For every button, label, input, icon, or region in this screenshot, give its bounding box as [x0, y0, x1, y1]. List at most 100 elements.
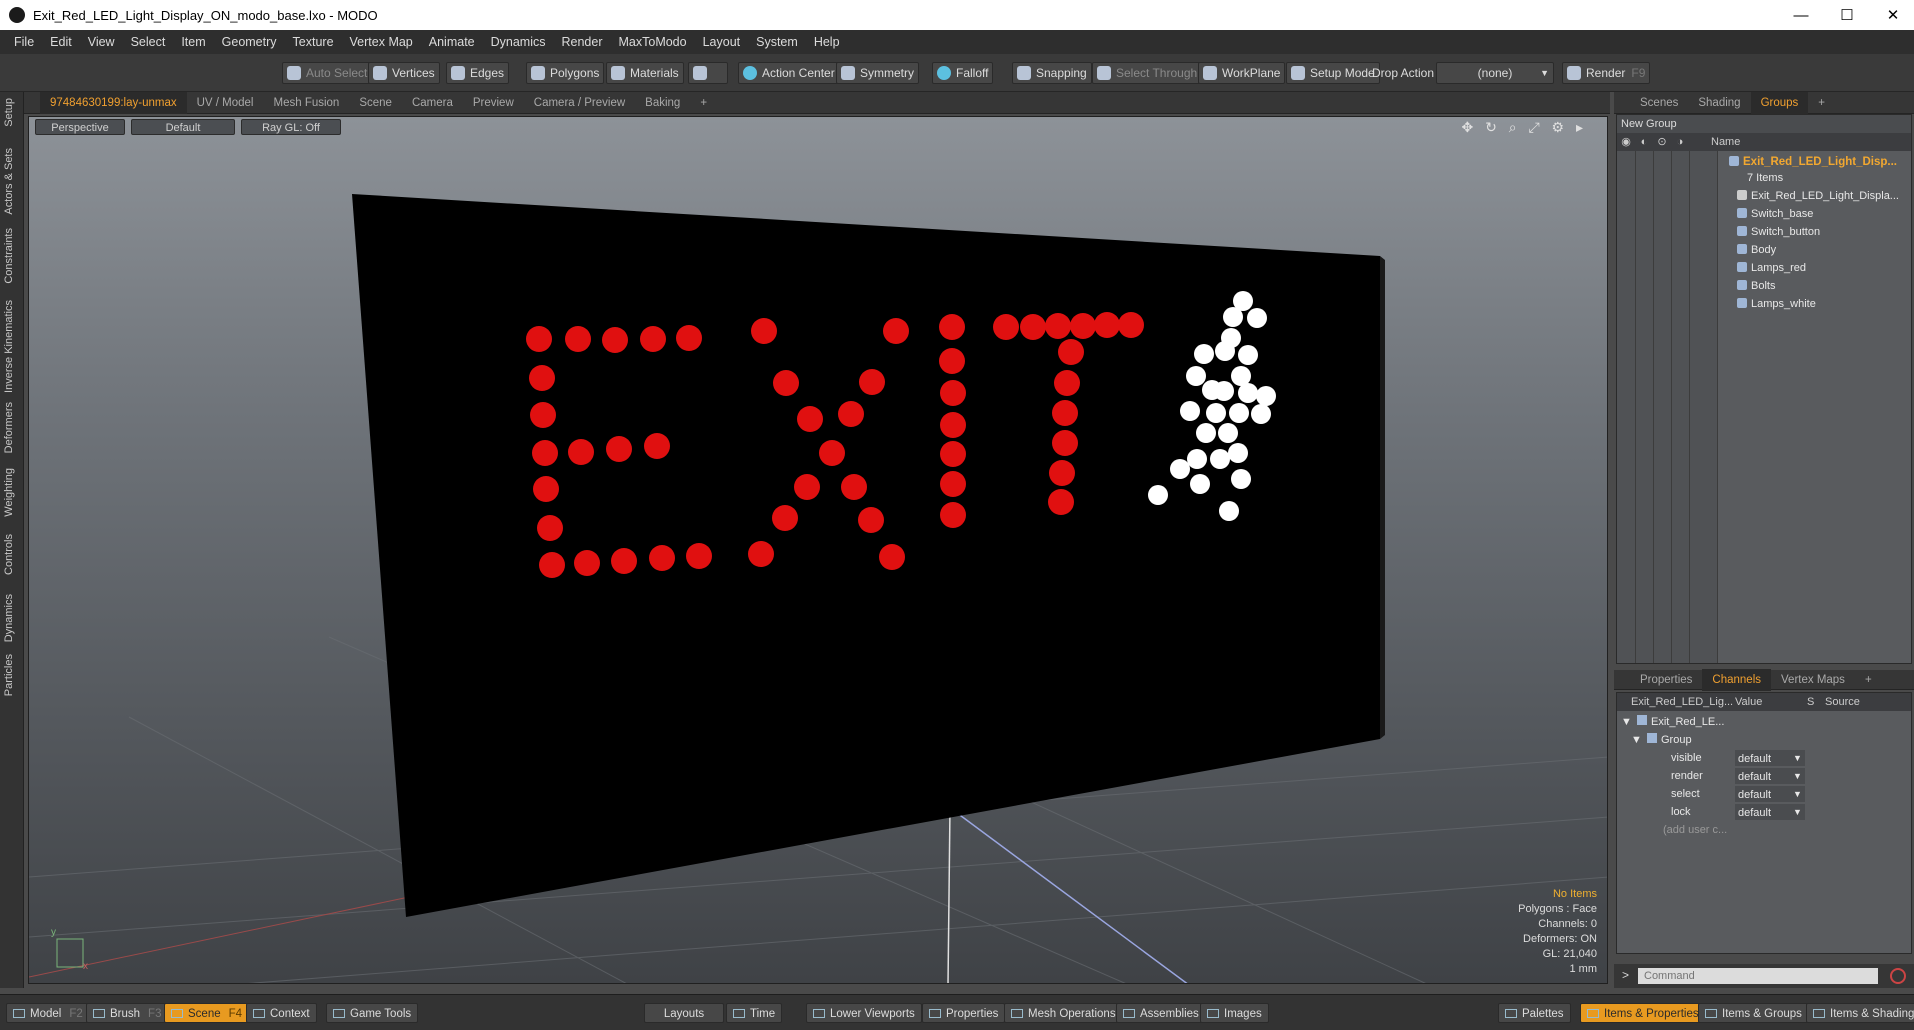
menu-maxtomodo[interactable]: MaxToModo	[611, 35, 695, 49]
tab-setup[interactable]: Setup	[3, 98, 15, 127]
new-group-button[interactable]: New Group	[1617, 115, 1911, 133]
command-input[interactable]	[1638, 968, 1878, 984]
add-bottom-tab-button[interactable]: +	[1855, 669, 1882, 691]
properties-button[interactable]: Properties	[922, 1003, 1006, 1023]
channel-row-select[interactable]: select default ▼	[1617, 785, 1913, 803]
tab-particles[interactable]: Particles	[3, 654, 15, 696]
tab-scenes[interactable]: Scenes	[1630, 92, 1688, 114]
tab-groups[interactable]: Groups	[1750, 91, 1809, 114]
tab-mesh-fusion[interactable]: Mesh Fusion	[264, 92, 350, 114]
add-tab-button[interactable]: +	[690, 92, 717, 114]
select-through-button[interactable]: Select Through	[1092, 62, 1203, 84]
tab-actors-sets[interactable]: Actors & Sets	[3, 148, 15, 215]
edges-button[interactable]: Edges	[446, 62, 510, 84]
menu-help[interactable]: Help	[806, 35, 848, 49]
chevron-down-icon[interactable]: ▼	[1793, 749, 1802, 767]
select-toggle-icon[interactable]: ◑	[1671, 133, 1689, 151]
layouts-button[interactable]: Layouts	[644, 1003, 724, 1023]
eye-icon[interactable]: ◉	[1617, 133, 1635, 151]
channel-row-render[interactable]: render default ▼	[1617, 767, 1913, 785]
tab-channels[interactable]: Channels	[1702, 668, 1772, 691]
mesh-operations-button[interactable]: Mesh Operations	[1004, 1003, 1123, 1023]
render-button[interactable]: Render F9	[1562, 62, 1651, 84]
menu-texture[interactable]: Texture	[285, 35, 342, 49]
action-center-button[interactable]: Action Center	[738, 62, 840, 84]
images-button[interactable]: Images	[1200, 1003, 1269, 1023]
tab-deformers[interactable]: Deformers	[3, 402, 15, 453]
polygons-button[interactable]: Polygons	[526, 62, 605, 84]
palettes-button[interactable]: Palettes	[1498, 1003, 1571, 1023]
auto-select-button[interactable]: Auto Select	[282, 62, 373, 84]
chevron-down-icon[interactable]: ▼	[1793, 785, 1802, 803]
menu-item[interactable]: Item	[173, 35, 213, 49]
assemblies-button[interactable]: Assemblies	[1116, 1003, 1206, 1023]
game-tools-button[interactable]: Game Tools	[326, 1003, 419, 1023]
list-item[interactable]: Lamps_white	[1737, 295, 1816, 313]
falloff-button[interactable]: Falloff	[932, 62, 994, 84]
menu-file[interactable]: File	[6, 35, 42, 49]
scene-layout-button[interactable]: Scene F4	[164, 1003, 250, 1023]
items-shading-button[interactable]: Items & Shading	[1806, 1003, 1914, 1023]
list-item[interactable]: Switch_base	[1737, 205, 1813, 223]
expand-icon[interactable]: ▼	[1631, 731, 1642, 749]
list-item[interactable]: Lamps_red	[1737, 259, 1806, 277]
chevron-down-icon[interactable]: ▼	[1793, 767, 1802, 785]
model-layout-button[interactable]: Model F2	[6, 1003, 90, 1023]
lower-viewports-button[interactable]: Lower Viewports	[806, 1003, 922, 1023]
materials-button[interactable]: Materials	[606, 62, 684, 84]
chevron-down-icon[interactable]: ▼	[1793, 803, 1802, 821]
items-properties-button[interactable]: Items & Properties	[1580, 1003, 1706, 1023]
list-item[interactable]: Exit_Red_LED_Light_Displa...	[1737, 187, 1899, 205]
close-button[interactable]: ✕	[1872, 0, 1914, 30]
raygl-button[interactable]: Ray GL: Off	[241, 119, 341, 135]
list-item[interactable]: Switch_button	[1737, 223, 1820, 241]
expand-icon[interactable]: ▼	[1621, 713, 1632, 731]
tab-properties[interactable]: Properties	[1630, 669, 1702, 691]
tab-shading[interactable]: Shading	[1688, 92, 1750, 114]
list-item[interactable]: Bolts	[1737, 277, 1775, 295]
time-button[interactable]: Time	[726, 1003, 783, 1023]
tab-inverse-kinematics[interactable]: Inverse Kinematics	[3, 300, 15, 393]
channel-group-row[interactable]: ▼ Group	[1617, 731, 1913, 749]
menu-render[interactable]: Render	[554, 35, 611, 49]
items-groups-button[interactable]: Items & Groups	[1698, 1003, 1809, 1023]
tab-layout-unmax[interactable]: 97484630199:lay-unmax	[40, 91, 187, 114]
symmetry-button[interactable]: Symmetry	[836, 62, 919, 84]
tab-camera-preview[interactable]: Camera / Preview	[524, 92, 635, 114]
tab-weighting[interactable]: Weighting	[3, 468, 15, 517]
tab-camera[interactable]: Camera	[402, 92, 463, 114]
viewport-nav-icons[interactable]: ✥ ↻ ⌕ ⤢ ⚙ ▸	[1461, 119, 1587, 136]
tab-constraints[interactable]: Constraints	[3, 228, 15, 284]
tab-uv-model[interactable]: UV / Model	[187, 92, 264, 114]
tab-baking[interactable]: Baking	[635, 92, 690, 114]
menu-animate[interactable]: Animate	[421, 35, 483, 49]
context-button[interactable]: Context	[246, 1003, 317, 1023]
menu-view[interactable]: View	[80, 35, 123, 49]
menu-dynamics[interactable]: Dynamics	[483, 35, 554, 49]
render-toggle-icon[interactable]: ◐	[1635, 133, 1653, 151]
add-right-tab-button[interactable]: +	[1808, 92, 1835, 114]
snapping-button[interactable]: Snapping	[1012, 62, 1092, 84]
drop-action-select[interactable]: (none) ▼	[1436, 62, 1554, 84]
menu-edit[interactable]: Edit	[42, 35, 80, 49]
tab-vertex-maps[interactable]: Vertex Maps	[1771, 669, 1855, 691]
shield-toggle-button[interactable]	[688, 62, 728, 84]
projection-button[interactable]: Perspective	[35, 119, 125, 135]
workplane-button[interactable]: WorkPlane	[1198, 62, 1286, 84]
tab-scene[interactable]: Scene	[349, 92, 402, 114]
setup-mode-button[interactable]: Setup Mode	[1286, 62, 1380, 84]
menu-vertex-map[interactable]: Vertex Map	[342, 35, 421, 49]
minimize-button[interactable]: —	[1780, 0, 1822, 30]
channel-row-lock[interactable]: lock default ▼	[1617, 803, 1913, 821]
tab-preview[interactable]: Preview	[463, 92, 524, 114]
tab-controls[interactable]: Controls	[3, 534, 15, 575]
channel-row-visible[interactable]: visible default ▼	[1617, 749, 1913, 767]
shading-mode-button[interactable]: Default	[131, 119, 235, 135]
vertices-button[interactable]: Vertices	[368, 62, 440, 84]
lock-icon[interactable]: ⊙	[1653, 133, 1671, 151]
channel-item-row[interactable]: ▼ Exit_Red_LE...	[1617, 713, 1913, 731]
menu-layout[interactable]: Layout	[695, 35, 749, 49]
menu-system[interactable]: System	[748, 35, 806, 49]
add-user-channel-row[interactable]: (add user c...	[1617, 821, 1913, 839]
list-item[interactable]: Body	[1737, 241, 1776, 259]
